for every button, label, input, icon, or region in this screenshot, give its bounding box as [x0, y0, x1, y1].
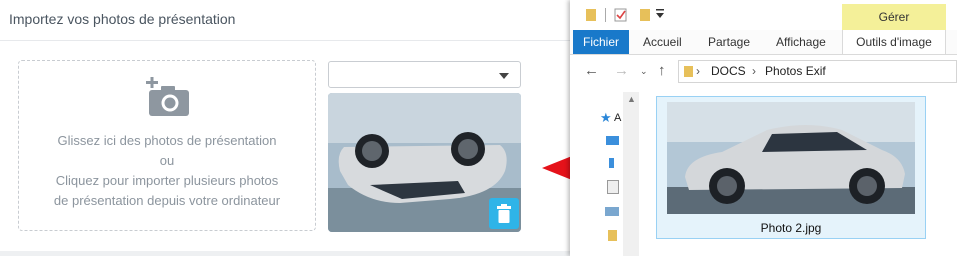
nav-label: A	[614, 112, 622, 124]
card-title: Importez vos photos de présentation	[9, 11, 236, 27]
tab-share[interactable]: Partage	[708, 30, 750, 54]
customize-toolbar-icon	[656, 13, 664, 18]
breadcrumb-separator-icon: ›	[696, 64, 700, 78]
tab-file[interactable]: Fichier	[573, 30, 629, 54]
quick-access-toolbar: Gérer	[570, 0, 957, 31]
star-icon[interactable]: ★	[600, 110, 612, 126]
ribbon-tabs: Fichier Accueil Partage Affichage Outils…	[570, 30, 957, 55]
car-photo	[667, 102, 915, 214]
card-header: Importez vos photos de présentation	[0, 0, 580, 41]
delete-photo-button[interactable]	[489, 198, 519, 229]
tab-home[interactable]: Accueil	[643, 30, 682, 54]
card-footer-strip	[0, 251, 580, 256]
up-arrow-icon[interactable]: ↑	[658, 61, 666, 81]
folder-icon	[586, 9, 596, 21]
forward-arrow-icon[interactable]: →	[614, 61, 629, 81]
dropzone-line: ou	[159, 153, 175, 168]
quick-access-icons	[586, 8, 664, 22]
breadcrumb-item[interactable]: DOCS	[711, 64, 746, 78]
photo-category-select[interactable]	[328, 61, 521, 88]
dropzone-line: Glissez ici des photos de présentation	[57, 133, 277, 148]
scroll-up-icon[interactable]: ▲	[627, 94, 636, 104]
file-item-photo[interactable]: Photo 2.jpg	[656, 96, 926, 239]
recent-locations-chevron-icon[interactable]: ⌄	[640, 61, 648, 81]
folder-icon	[684, 66, 693, 77]
file-name: Photo 2.jpg	[760, 221, 822, 235]
document-icon[interactable]	[607, 180, 619, 194]
address-field[interactable]: › DOCS › Photos Exif	[678, 60, 957, 83]
pictures-icon[interactable]	[605, 207, 619, 216]
file-explorer-window: Gérer Fichier Accueil Partage Affichage …	[570, 0, 957, 256]
dropzone-instructions: Glissez ici des photos de présentation o…	[19, 131, 315, 211]
new-folder-icon	[640, 9, 650, 21]
breadcrumb-separator-icon: ›	[752, 64, 756, 78]
photo-dropzone[interactable]: Glissez ici des photos de présentation o…	[18, 60, 316, 231]
trash-icon	[497, 204, 511, 223]
context-tab-manage: Gérer	[842, 4, 946, 31]
address-bar-row: ← → ⌄ ↑ › DOCS › Photos Exif	[570, 58, 957, 86]
download-icon[interactable]	[609, 158, 614, 168]
back-arrow-icon[interactable]: ←	[584, 61, 599, 81]
chevron-down-icon	[499, 73, 509, 79]
upload-card: Importez vos photos de présentation Glis…	[0, 0, 580, 256]
folder-icon[interactable]	[608, 230, 617, 241]
file-thumbnail	[667, 102, 915, 214]
nav-pane-scrollbar[interactable]: ▲	[623, 92, 639, 256]
add-photo-icon	[146, 77, 189, 116]
dropzone-line: de présentation depuis votre ordinateur	[53, 193, 281, 208]
breadcrumb-item[interactable]: Photos Exif	[765, 64, 826, 78]
tab-view[interactable]: Affichage	[776, 30, 826, 54]
tab-image-tools[interactable]: Outils d'image	[842, 30, 946, 54]
dropzone-line: Cliquez pour importer plusieurs photos	[55, 173, 279, 188]
desktop-icon[interactable]	[606, 136, 619, 145]
